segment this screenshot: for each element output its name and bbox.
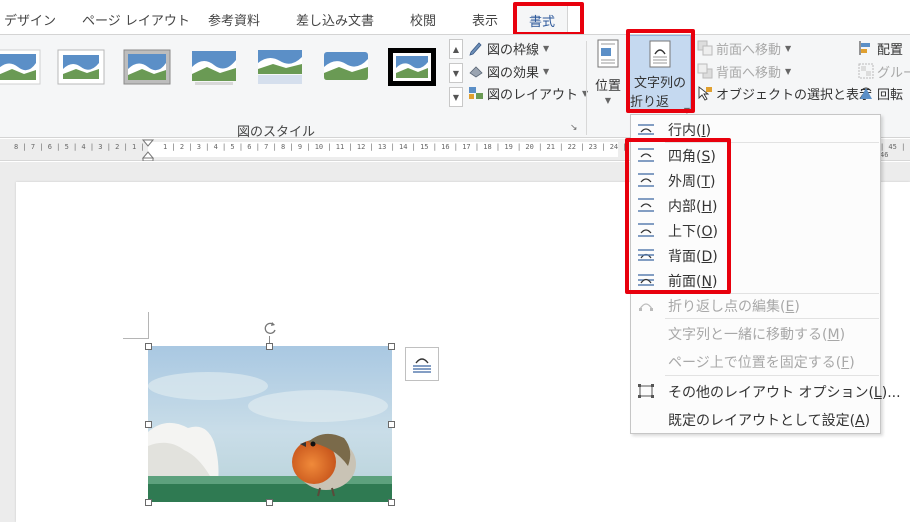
- group-button[interactable]: グルー: [858, 61, 910, 81]
- selection-pane-icon: [697, 85, 713, 101]
- selection-pane-button[interactable]: オブジェクトの選択と表示: [697, 83, 872, 103]
- picture-style-5[interactable]: [255, 47, 305, 87]
- menu-item-move-with-text[interactable]: 文字列と一緒に移動する(M): [631, 321, 880, 346]
- margin-mark: [123, 338, 149, 339]
- rotate-handle-icon[interactable]: [262, 320, 278, 336]
- through-wrap-icon: [637, 197, 655, 213]
- smartart-icon: [468, 85, 484, 101]
- layout-options-button[interactable]: [405, 347, 439, 381]
- picture-style-3[interactable]: [122, 47, 172, 87]
- layout-options-icon: [413, 358, 431, 373]
- gallery-scroll-up[interactable]: ▲: [449, 39, 463, 59]
- position-button[interactable]: 位置 ▼: [591, 37, 625, 113]
- menu-separator: [665, 318, 879, 319]
- robin-photo[interactable]: [148, 346, 392, 502]
- tab-references[interactable]: 参考資料: [208, 10, 260, 30]
- wrap-text-icon: [648, 40, 672, 72]
- chevron-down-icon: ▼: [604, 96, 612, 105]
- send-backward-button[interactable]: 背面へ移動 ▼: [697, 61, 791, 81]
- wrap-text-menu: 行内(I) 四角(S) 外周(T) 内部(H) 上下(O) 背面(D) 前面(N…: [630, 114, 901, 434]
- behind-text-icon: [637, 247, 655, 263]
- tab-review[interactable]: 校閲: [410, 10, 436, 30]
- resize-handle[interactable]: [388, 421, 395, 428]
- resize-handle[interactable]: [145, 343, 152, 350]
- tab-design[interactable]: デザイン: [4, 10, 56, 30]
- picture-style-1[interactable]: [0, 47, 42, 87]
- menu-item-tight[interactable]: 外周(T): [631, 168, 880, 193]
- menu-item-set-default-layout[interactable]: 既定のレイアウトとして設定(A): [631, 407, 880, 432]
- picture-style-4[interactable]: [189, 47, 239, 87]
- menu-item-square[interactable]: 四角(S): [631, 143, 880, 168]
- in-front-text-icon: [637, 272, 655, 288]
- menu-item-in-front-of-text[interactable]: 前面(N): [631, 268, 880, 293]
- resize-handle[interactable]: [388, 343, 395, 350]
- group-separator: [586, 41, 587, 135]
- bring-forward-button[interactable]: 前面へ移動 ▼: [697, 38, 791, 58]
- pen-icon: [468, 40, 484, 56]
- picture-effects-button[interactable]: 図の効果 ▼: [468, 61, 549, 81]
- picture-border-button[interactable]: 図の枠線 ▼: [468, 38, 549, 58]
- chevron-down-icon: ▼: [785, 43, 792, 53]
- top-bottom-wrap-icon: [637, 222, 655, 238]
- menu-item-top-bottom[interactable]: 上下(O): [631, 218, 880, 243]
- resize-handle[interactable]: [266, 499, 273, 506]
- group-icon: [858, 63, 874, 79]
- menu-item-through[interactable]: 内部(H): [631, 193, 880, 218]
- send-backward-icon: [697, 63, 713, 79]
- menu-item-fix-position[interactable]: ページ上で位置を固定する(F): [631, 349, 880, 374]
- rotate-button[interactable]: 回転: [858, 83, 903, 103]
- tab-mailings[interactable]: 差し込み文書: [296, 10, 374, 30]
- tab-format[interactable]: 書式: [516, 4, 569, 36]
- chevron-down-icon: ▼: [785, 66, 792, 76]
- picture-style-7[interactable]: [387, 47, 437, 87]
- menu-item-more-layout-options[interactable]: その他のレイアウト オプション(L)...: [631, 379, 901, 404]
- picture-styles-group-label: 図のスタイル: [237, 125, 316, 140]
- tab-page-layout[interactable]: ページ レイアウト: [82, 10, 190, 30]
- picture-layout-button[interactable]: 図のレイアウト▼: [468, 83, 588, 103]
- gallery-scroll-down[interactable]: ▼: [449, 63, 463, 83]
- resize-handle[interactable]: [388, 499, 395, 506]
- chevron-down-icon: ▼: [543, 43, 550, 53]
- tab-view[interactable]: 表示: [472, 10, 498, 30]
- margin-mark: [148, 312, 149, 338]
- chevron-down-icon: ▼: [543, 66, 550, 76]
- resize-handle[interactable]: [145, 499, 152, 506]
- inline-wrap-icon: [637, 121, 655, 137]
- align-button[interactable]: 配置: [858, 38, 903, 58]
- tight-wrap-icon: [637, 172, 655, 188]
- edit-wrap-points-icon: [637, 297, 655, 313]
- ribbon-tab-bar: デザイン ページ レイアウト 参考資料 差し込み文書 校閲 表示 書式: [0, 0, 910, 36]
- menu-item-behind-text[interactable]: 背面(D): [631, 243, 880, 268]
- wrap-text-button[interactable]: 文字列の 折り返し▼: [629, 35, 691, 129]
- resize-handle[interactable]: [145, 421, 152, 428]
- bring-forward-icon: [697, 40, 713, 56]
- position-icon: [595, 39, 621, 73]
- square-wrap-icon: [637, 147, 655, 163]
- menu-item-edit-wrap-points[interactable]: 折り返し点の編集(E): [631, 293, 880, 318]
- effects-icon: [468, 63, 484, 79]
- gallery-more[interactable]: ▼: [449, 87, 463, 107]
- rotate-icon: [858, 85, 874, 101]
- menu-item-inline[interactable]: 行内(I): [631, 117, 880, 142]
- picture-style-2[interactable]: [56, 47, 106, 87]
- picture-style-6[interactable]: [321, 47, 371, 87]
- layout-options-icon: [637, 383, 655, 399]
- menu-separator: [665, 375, 879, 376]
- indent-marker-icon[interactable]: [142, 139, 154, 161]
- dialog-launcher-icon[interactable]: ↘: [570, 123, 580, 133]
- align-icon: [858, 40, 874, 56]
- resize-handle[interactable]: [266, 343, 273, 350]
